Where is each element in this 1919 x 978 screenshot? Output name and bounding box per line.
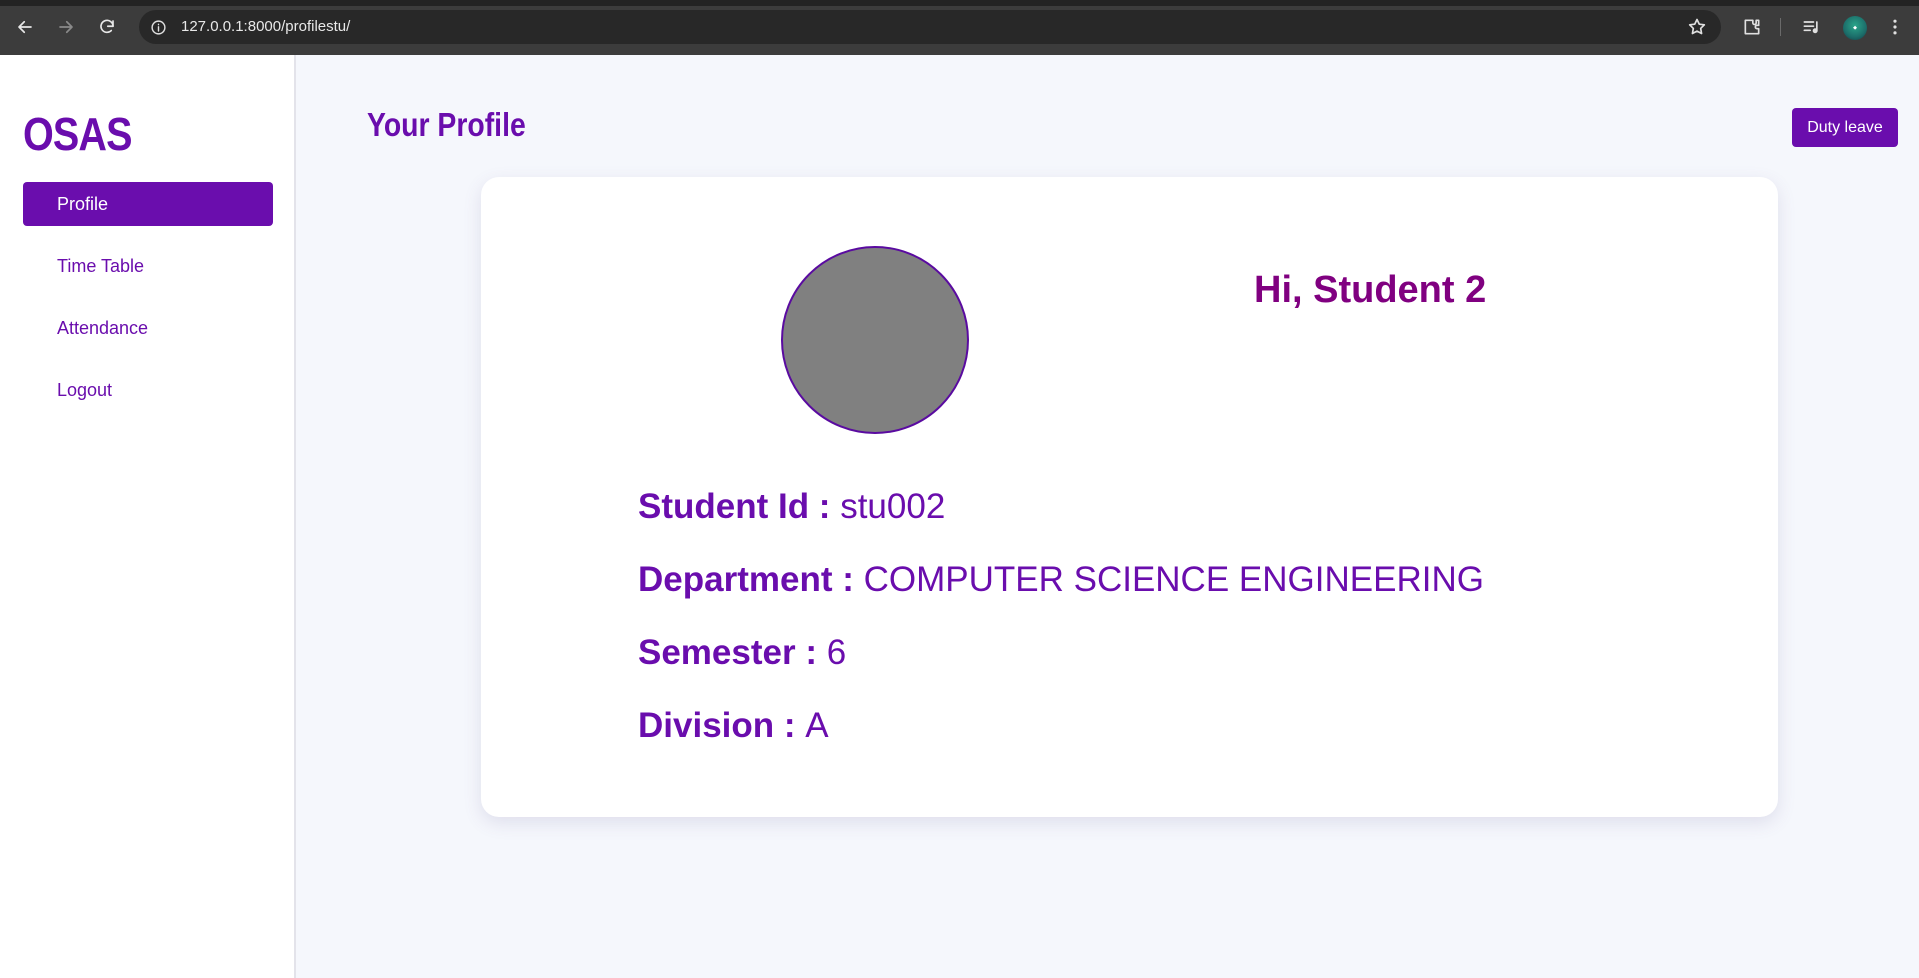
back-icon[interactable] [12,14,38,40]
greeting: Hi, Student 2 [1254,269,1487,311]
student-id-row: Student Id : stu002 [638,487,945,527]
sidebar-item-time-table[interactable]: Time Table [23,244,273,288]
field-value: stu002 [840,487,946,526]
media-icon[interactable] [1799,15,1823,39]
department-row: Department : COMPUTER SCIENCE ENGINEERIN… [638,560,1484,600]
url-text[interactable]: 127.0.0.1:8000/profilestu/ [181,19,350,35]
forward-icon[interactable] [53,14,79,40]
extensions-icon[interactable] [1740,15,1764,39]
field-label: Semester : [638,633,827,672]
avatar [781,246,969,434]
sidebar-item-attendance[interactable]: Attendance [23,306,273,350]
sidebar: OSAS Profile Time Table Attendance Logou… [0,55,296,978]
semester-row: Semester : 6 [638,633,846,673]
reload-icon[interactable] [94,14,120,40]
duty-leave-button[interactable]: Duty leave [1792,108,1898,147]
more-icon[interactable] [1883,15,1907,39]
sidebar-item-label: Attendance [57,317,149,338]
field-label: Department : [638,560,864,599]
brand-logo: OSAS [23,108,133,160]
field-value: COMPUTER SCIENCE ENGINEERING [863,560,1484,599]
profile-avatar[interactable]: ◆ [1843,16,1867,40]
division-row: Division : A [638,706,829,746]
info-icon[interactable] [149,18,167,36]
field-label: Division : [638,706,806,745]
profile-card: Hi, Student 2 Student Id : stu002 Depart… [481,177,1778,817]
browser-toolbar: 127.0.0.1:8000/profilestu/ ◆ [0,0,1919,55]
sidebar-item-label: Logout [57,379,113,400]
sidebar-item-profile[interactable]: Profile [23,182,273,226]
sidebar-item-label: Time Table [57,255,145,276]
toolbar-divider [1780,18,1781,36]
sidebar-item-logout[interactable]: Logout [23,368,273,412]
page-title: Your Profile [367,106,526,143]
field-label: Student Id : [638,487,841,526]
sidebar-item-label: Profile [57,193,109,214]
field-value: 6 [826,633,847,672]
address-bar[interactable]: 127.0.0.1:8000/profilestu/ [139,10,1721,44]
field-value: A [805,706,829,745]
star-icon[interactable] [1687,17,1707,37]
